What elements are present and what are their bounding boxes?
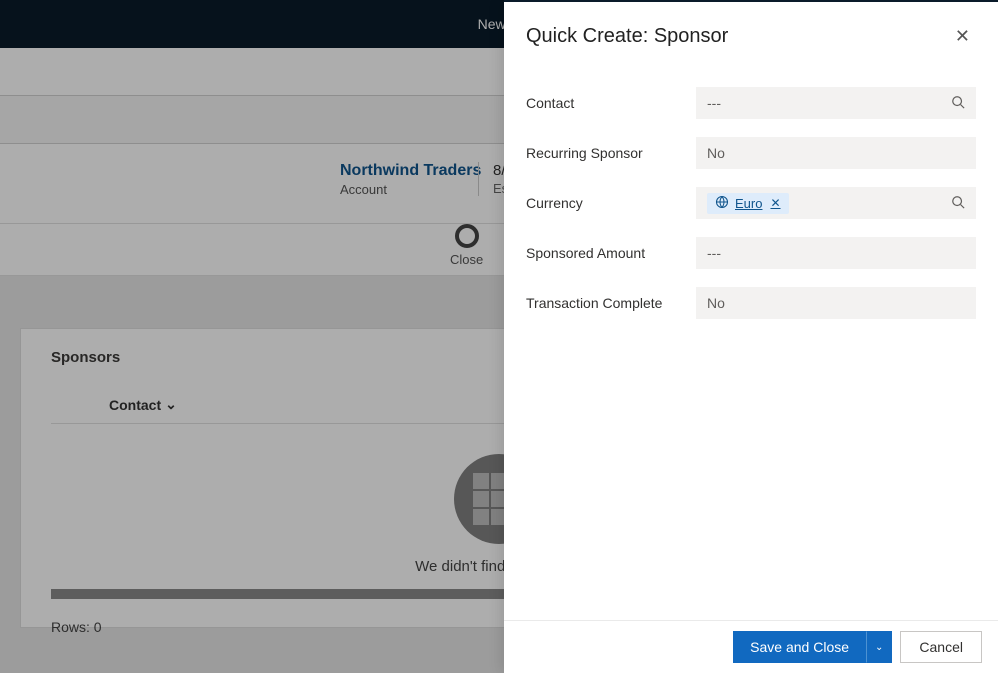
currency-remove-button[interactable]: ✕ [770,196,780,210]
currency-chip[interactable]: Euro ✕ [707,193,789,214]
contact-lookup[interactable]: --- [696,87,976,119]
recurring-select[interactable]: No [696,137,976,169]
currency-icon [715,195,729,212]
currency-chip-label: Euro [735,196,762,211]
search-icon [951,195,965,212]
contact-label: Contact [526,95,696,111]
chevron-down-icon: ⌄ [875,642,883,653]
amount-input[interactable]: --- [696,237,976,269]
save-and-close-button[interactable]: Save and Close [733,631,866,663]
contact-value: --- [707,95,721,111]
save-and-close-split-button[interactable]: ⌄ [866,631,892,663]
currency-lookup[interactable]: Euro ✕ [696,187,976,219]
currency-label: Currency [526,195,696,211]
close-icon: ✕ [955,26,970,46]
amount-value: --- [707,245,721,261]
cancel-button[interactable]: Cancel [900,631,982,663]
close-button[interactable]: ✕ [949,22,976,51]
panel-title: Quick Create: Sponsor [526,25,728,48]
quick-create-panel: Quick Create: Sponsor ✕ Contact --- Recu… [504,0,998,673]
search-icon [951,95,965,112]
amount-label: Sponsored Amount [526,245,696,261]
transaction-complete-value: No [707,295,725,311]
recurring-value: No [707,145,725,161]
transaction-complete-label: Transaction Complete [526,295,696,311]
recurring-label: Recurring Sponsor [526,145,696,161]
panel-footer: Save and Close ⌄ Cancel [504,620,998,673]
transaction-complete-select[interactable]: No [696,287,976,319]
